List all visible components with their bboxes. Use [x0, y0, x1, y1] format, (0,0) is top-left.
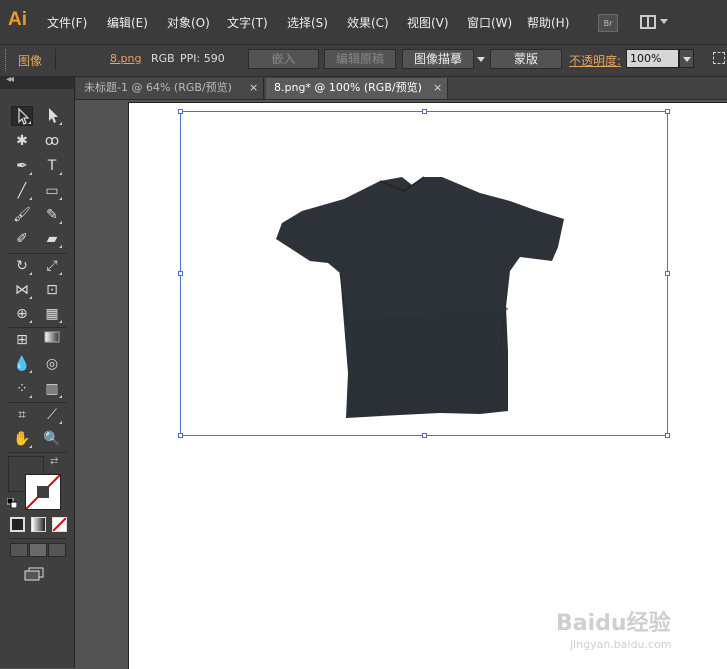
scale-tool-icon[interactable]: ⤢	[41, 256, 63, 276]
free-transform-tool-icon[interactable]: ⊡	[41, 280, 63, 300]
menu-type[interactable]: 文字(T)	[227, 14, 268, 32]
pencil-tool-icon[interactable]: ✎	[41, 205, 63, 225]
opacity-dropdown[interactable]	[679, 49, 694, 68]
menu-file[interactable]: 文件(F)	[47, 14, 87, 32]
tab-8-png[interactable]: 8.png* @ 100% (RGB/预览) ×	[266, 78, 448, 99]
embed-button[interactable]: 嵌入	[248, 49, 319, 69]
menu-select[interactable]: 选择(S)	[287, 14, 328, 32]
menu-object[interactable]: 对象(O)	[167, 14, 210, 32]
opacity-label[interactable]: 不透明度:	[569, 52, 621, 69]
screen-mode-icon[interactable]	[24, 567, 46, 581]
stroke-swatch[interactable]	[25, 474, 61, 510]
close-icon[interactable]: ×	[249, 78, 258, 98]
object-type-label: 图像	[18, 54, 43, 68]
transform-icon[interactable]	[713, 52, 725, 64]
paintbrush-tool-icon[interactable]: 🖌	[11, 205, 33, 225]
blend-tool-icon[interactable]: ◎	[41, 354, 63, 374]
mask-button[interactable]: 蒙版	[490, 49, 562, 69]
bridge-button[interactable]: Br	[598, 14, 618, 32]
divider	[8, 452, 66, 453]
divider	[8, 327, 66, 328]
column-graph-tool-icon[interactable]: ▥	[41, 379, 63, 399]
resize-handle[interactable]	[178, 109, 183, 114]
menu-effect[interactable]: 效果(C)	[347, 14, 389, 32]
eyedropper-tool-icon[interactable]: 💧	[11, 354, 33, 374]
magic-wand-tool-icon[interactable]: ✱	[11, 131, 33, 151]
panel-grip[interactable]	[5, 49, 9, 71]
rotate-tool-icon[interactable]: ↻	[11, 256, 33, 276]
image-trace-button[interactable]: 图像描摹	[402, 49, 474, 69]
divider	[8, 253, 66, 254]
resize-handle[interactable]	[422, 433, 427, 438]
slice-tool-icon[interactable]: ⟋	[41, 405, 63, 425]
watermark-url: jingyan.baidu.com	[570, 638, 672, 651]
menu-edit[interactable]: 编辑(E)	[107, 14, 148, 32]
chevron-down-icon[interactable]	[660, 19, 668, 24]
resize-handle[interactable]	[665, 433, 670, 438]
resize-handle[interactable]	[665, 109, 670, 114]
line-tool-icon[interactable]: ╱	[11, 181, 33, 201]
gradient-mode-icon[interactable]	[31, 517, 46, 532]
blob-brush-tool-icon[interactable]: ✐	[11, 229, 33, 249]
resize-handle[interactable]	[178, 433, 183, 438]
direct-selection-tool-icon[interactable]	[41, 106, 63, 126]
artboard-tool-icon[interactable]: ⌗	[11, 405, 33, 425]
divider	[8, 402, 66, 403]
symbol-sprayer-tool-icon[interactable]: ⁘	[11, 379, 33, 399]
tab-label: 8.png* @ 100% (RGB/预览)	[274, 81, 422, 94]
tab-untitled-1[interactable]: 未标题-1 @ 64% (RGB/预览) ×	[76, 78, 264, 99]
divider	[8, 538, 66, 539]
pen-tool-icon[interactable]: ✒	[11, 156, 33, 176]
resize-handle[interactable]	[422, 109, 427, 114]
resize-handle[interactable]	[178, 271, 183, 276]
baidu-watermark: Baidu经验	[556, 611, 671, 636]
image-trace-dropdown[interactable]	[474, 49, 487, 69]
draw-normal-icon[interactable]	[10, 543, 28, 557]
menu-help[interactable]: 帮助(H)	[527, 14, 569, 32]
resize-handle[interactable]	[665, 271, 670, 276]
swap-fill-stroke-icon[interactable]: ⇄	[50, 456, 58, 467]
selection-tool-icon[interactable]	[11, 106, 33, 126]
shape-builder-tool-icon[interactable]: ⊕	[11, 304, 33, 324]
draw-behind-icon[interactable]	[29, 543, 47, 557]
opacity-field[interactable]: 100%	[626, 49, 679, 68]
zoom-tool-icon[interactable]: 🔍	[41, 429, 63, 449]
rectangle-tool-icon[interactable]: ▭	[41, 181, 63, 201]
menu-window[interactable]: 窗口(W)	[467, 14, 512, 32]
mesh-tool-icon[interactable]: ⊞	[11, 330, 33, 350]
linked-filename[interactable]: 8.png	[110, 52, 141, 65]
ppi-value: PPI: 590	[180, 52, 225, 65]
app-logo: Ai	[8, 9, 27, 30]
default-colors-icon[interactable]	[6, 497, 18, 509]
eraser-tool-icon[interactable]: ▰	[41, 229, 63, 249]
none-mode-icon[interactable]	[52, 517, 67, 532]
lasso-tool-icon[interactable]: ꝏ	[41, 131, 63, 151]
width-tool-icon[interactable]: ⋈	[11, 280, 33, 300]
tools-panel-header[interactable]: ◂◂	[0, 74, 74, 89]
selection-bounding-box	[180, 111, 668, 436]
close-icon[interactable]: ×	[433, 78, 442, 98]
gradient-tool-icon[interactable]	[41, 330, 63, 350]
hand-tool-icon[interactable]: ✋	[11, 429, 33, 449]
menu-view[interactable]: 视图(V)	[407, 14, 449, 32]
edit-original-button[interactable]: 编辑原稿	[324, 49, 396, 69]
color-mode: RGB	[151, 52, 175, 65]
draw-inside-icon[interactable]	[48, 543, 66, 557]
perspective-grid-tool-icon[interactable]: ▦	[41, 304, 63, 324]
color-mode-icon[interactable]	[10, 517, 25, 532]
type-tool-icon[interactable]: T	[41, 156, 63, 176]
workspace-switcher-icon[interactable]	[640, 15, 656, 29]
divider	[55, 49, 56, 70]
tab-label: 未标题-1 @ 64% (RGB/预览)	[84, 81, 232, 94]
collapse-icon[interactable]: ◂◂	[6, 74, 14, 85]
